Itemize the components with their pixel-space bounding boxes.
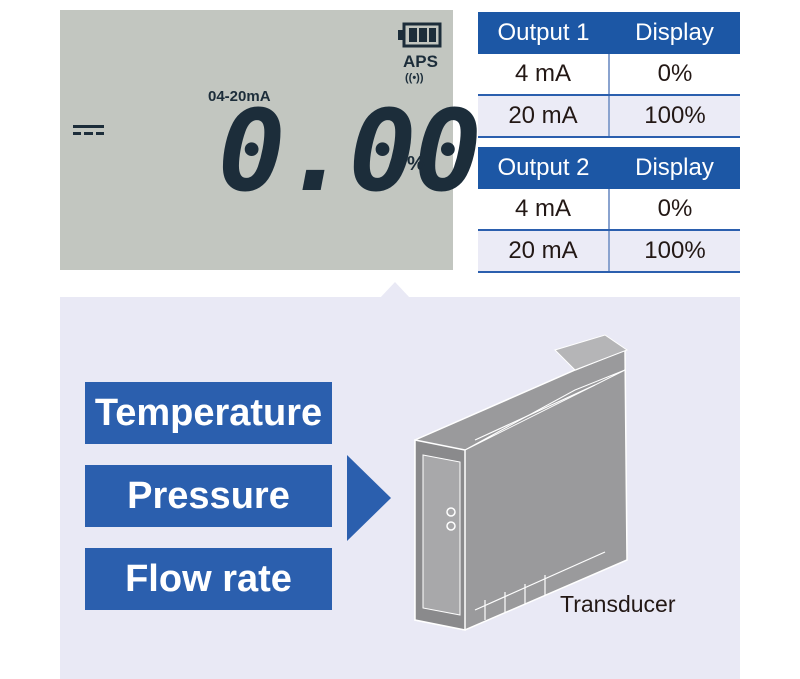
arrow-right-icon [347,455,391,541]
dc-icon [73,125,104,135]
input-temperature: Temperature [85,382,332,444]
input-flow-rate: Flow rate [85,548,332,610]
table-row: 4 mA 0% [478,54,740,96]
reading-value: 0.00 [218,87,482,217]
transducer-label: Transducer [560,591,676,617]
table-row: 4 mA 0% [478,189,740,231]
cell: 20 mA [478,230,610,273]
output1-table: Output 1 Display 4 mA 0% 20 mA 100% [478,12,740,138]
cell: 0% [609,189,740,231]
battery-full-icon [398,22,442,48]
cell: 0% [609,54,740,96]
cell: 4 mA [478,54,610,96]
header-display: Display [609,12,740,54]
header-display: Display [609,147,740,189]
aps-label: APS [403,52,438,71]
cell: 100% [609,95,740,138]
cell: 100% [609,230,740,273]
callout-pointer [380,282,410,298]
output2-table: Output 2 Display 4 mA 0% 20 mA 100% [478,147,740,273]
table-row: 20 mA 100% [478,230,740,273]
header-output: Output 2 [478,147,609,189]
cell: 20 mA [478,95,610,138]
cell: 4 mA [478,189,610,231]
wireless-signal-icon: ((•)) [405,72,424,84]
unit-label: % [407,153,425,175]
header-output: Output 1 [478,12,609,54]
input-pressure: Pressure [85,465,332,527]
lcd-display: APS ((•)) 04-20mA 0.00 % [60,10,482,270]
table-row: 20 mA 100% [478,95,740,138]
